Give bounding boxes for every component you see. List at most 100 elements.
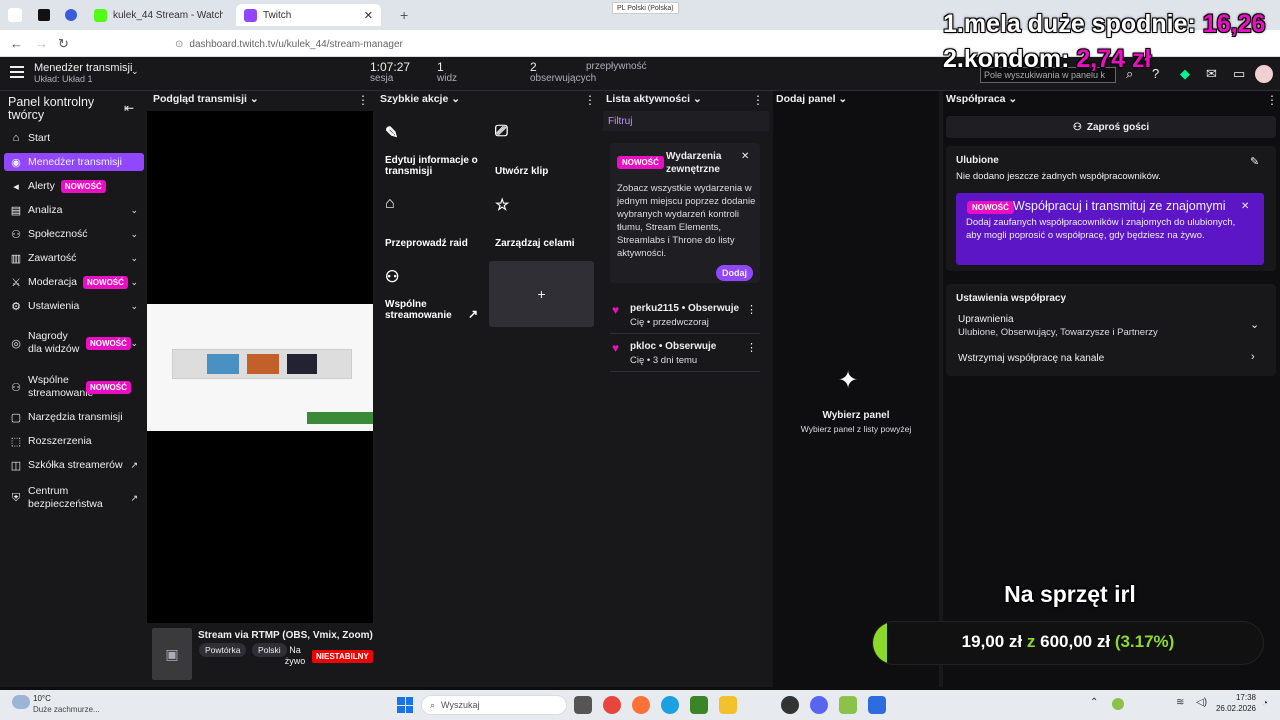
new-badge: NOWOŚĆ: [83, 275, 128, 289]
tab-twitch[interactable]: Twitch ✕: [236, 4, 381, 26]
tray-chevron-up-icon[interactable]: ⌃: [1090, 697, 1098, 708]
bookmark-icon[interactable]: [65, 9, 77, 21]
forward-icon[interactable]: →: [35, 36, 48, 51]
add-events-button[interactable]: Dodaj: [716, 265, 754, 281]
sidebar-item-2[interactable]: ◂ Alerty NOWOŚĆ: [4, 178, 144, 194]
preview-more-icon[interactable]: ⋮: [357, 93, 369, 107]
wifi-icon[interactable]: ≋: [1176, 697, 1184, 708]
activity-more-icon[interactable]: ⋮: [752, 93, 764, 107]
sidebar-item-8[interactable]: ◎ Nagrody dla widzów NOWOŚĆ ⌄: [4, 323, 144, 363]
bits-icon[interactable]: ◆: [1180, 66, 1190, 82]
quick-actions-more-icon[interactable]: ⋮: [584, 93, 596, 107]
help-icon[interactable]: ?: [1152, 66, 1159, 81]
goal-title: Na sprzęt irl: [1004, 581, 1136, 607]
url-field[interactable]: ⊙ dashboard.twitch.tv/u/kulek_44/stream-…: [175, 36, 403, 52]
megaphone-icon: ◂: [13, 180, 19, 193]
edge-icon[interactable]: [661, 696, 679, 714]
obs-icon[interactable]: [781, 696, 799, 714]
activity-event-row[interactable]: ♥ perku2115 • Obserwuje Cię • przedwczoraj…: [610, 302, 760, 334]
panel-add-title[interactable]: Dodaj panel ⌄: [776, 93, 847, 105]
reload-icon[interactable]: ↻: [58, 36, 69, 52]
quick-action-raid[interactable]: ⌂ Przeprowadź raid: [379, 189, 484, 255]
permissions-row[interactable]: Uprawnienia Ulubione, Obserwujący, Towar…: [946, 310, 1276, 342]
task-view-icon[interactable]: [574, 696, 592, 714]
site-info-icon[interactable]: ⊙: [175, 39, 183, 50]
tip-app-icon[interactable]: [38, 9, 50, 21]
event-more-icon[interactable]: ⋮: [746, 303, 757, 316]
close-promo-icon[interactable]: ✕: [1241, 201, 1249, 212]
event-title: pkloc • Obserwuje: [630, 341, 717, 352]
close-tab-icon[interactable]: ✕: [364, 9, 373, 22]
weather-cloud-icon[interactable]: [12, 695, 30, 709]
sidebar-item-label: Społeczność: [28, 228, 88, 240]
panel-quick-actions-title[interactable]: Szybkie akcje ⌄: [380, 93, 460, 105]
taskbar-search-input[interactable]: ⌕ Wyszukaj: [421, 695, 567, 715]
minecraft-icon[interactable]: [690, 696, 708, 714]
panel-collab-title[interactable]: Współpraca ⌄: [946, 93, 1017, 105]
sidebar-item-0[interactable]: ⌂ Start: [4, 130, 144, 146]
sidebar-item-7[interactable]: ⚙ Ustawienia ⌄: [4, 298, 144, 314]
quick-action-create-clip[interactable]: ⎚ Utwórz klip: [489, 117, 594, 183]
sidebar-item-9[interactable]: ⚇ Wspólne streamowanie NOWOŚĆ: [4, 373, 144, 401]
sidebar-item-11[interactable]: ⬚ Rozszerzenia: [4, 433, 144, 449]
chrome-icon[interactable]: [603, 696, 621, 714]
new-tab-icon[interactable]: +: [400, 7, 408, 23]
empty-subtitle: Wybierz panel z listy powyżej: [800, 424, 912, 434]
add-quick-action-button[interactable]: +: [489, 261, 594, 327]
sidebar-item-label: Moderacja: [28, 276, 78, 288]
quick-action-collab-stream[interactable]: ⚇ Wspólne streamowanie ↗: [379, 261, 484, 327]
tray-app-icon[interactable]: [1112, 698, 1124, 710]
add-person-icon: ⚇: [1072, 121, 1082, 133]
tab-kulek-stream[interactable]: kulek_44 Stream - Watch Live o: [86, 4, 231, 26]
sidebar-item-1[interactable]: ◉ Menedżer transmisji: [4, 153, 144, 171]
sidebar-item-13[interactable]: ⛨ Centrum bezpieczeństwa ↗: [4, 484, 144, 512]
app-cube-icon[interactable]: [839, 696, 857, 714]
sidebar-item-10[interactable]: ▢ Narzędzia transmisji: [4, 409, 144, 425]
inbox-icon[interactable]: ✉: [1206, 66, 1217, 82]
avatar[interactable]: [1255, 65, 1273, 83]
add-person-icon: ⚇: [385, 269, 400, 286]
sidebar-item-6[interactable]: ⚔ Moderacja NOWOŚĆ ⌄: [4, 274, 144, 290]
event-more-icon[interactable]: ⋮: [746, 341, 757, 354]
layout-chevron-down-icon[interactable]: ⌄: [131, 66, 139, 77]
invite-guests-button[interactable]: ⚇ Zaproś gości: [946, 116, 1276, 138]
collapse-sidebar-icon[interactable]: ⇤: [124, 101, 134, 115]
back-icon[interactable]: ←: [10, 36, 23, 51]
quick-action-edit-info[interactable]: ✎ Edytuj informacje o transmisji: [379, 117, 484, 183]
category-box-art-icon[interactable]: ▣: [152, 628, 192, 680]
discord-icon[interactable]: [810, 696, 828, 714]
close-icon[interactable]: ✕: [741, 151, 749, 162]
add-person-icon: ⚇: [11, 381, 21, 394]
filter-link[interactable]: Filtruj: [608, 116, 632, 127]
clock-date: 26.02.2026: [1215, 704, 1256, 713]
edit-pencil-icon[interactable]: ✎: [1250, 155, 1259, 168]
app-blue-icon[interactable]: [868, 696, 886, 714]
sidebar-item-5[interactable]: ▥ Zawartość ⌄: [4, 250, 144, 266]
windows-start-icon[interactable]: [397, 697, 413, 713]
pencil-icon: ✎: [385, 125, 399, 142]
quick-action-goals[interactable]: ☆ Zarządzaj celami: [489, 189, 594, 255]
sidebar-item-3[interactable]: ▤ Analiza ⌄: [4, 202, 144, 218]
window-menu-icon[interactable]: [8, 8, 22, 22]
new-badge: NOWOŚĆ: [60, 179, 106, 193]
file-explorer-icon[interactable]: [719, 696, 737, 714]
pause-collab-row[interactable]: Wstrzymaj współpracę na kanale ›: [946, 350, 1276, 368]
panel-activity-title[interactable]: Lista aktywności ⌄: [606, 93, 702, 105]
tag-rerun[interactable]: Powtórka: [199, 643, 247, 657]
star-icon: ☆: [495, 197, 510, 214]
external-link-icon: ↗: [130, 459, 138, 470]
sidebar-item-12[interactable]: ◫ Szkółka streamerów ↗: [4, 457, 144, 473]
hamburger-menu-icon[interactable]: [10, 66, 24, 78]
chevron-down-icon: ⌄: [130, 337, 138, 348]
reward-icon: ◎: [11, 337, 21, 350]
notification-icon[interactable]: ◔: [1262, 698, 1268, 709]
firefox-icon[interactable]: [632, 696, 650, 714]
panel-preview-title[interactable]: Podgląd transmisji ⌄: [153, 93, 259, 105]
whispers-icon[interactable]: ▭: [1233, 66, 1245, 82]
heart-icon: ♥: [612, 303, 620, 317]
collab-more-icon[interactable]: ⋮: [1266, 93, 1278, 107]
sidebar-item-label: Zawartość: [28, 252, 77, 264]
stream-title[interactable]: Stream via RTMP (OBS, Vmix, Zoom) w: [198, 630, 373, 641]
activity-event-row[interactable]: ♥ pkloc • Obserwuje Cię • 3 dni temu ⋮: [610, 340, 760, 372]
sidebar-item-4[interactable]: ⚇ Społeczność ⌄: [4, 226, 144, 242]
